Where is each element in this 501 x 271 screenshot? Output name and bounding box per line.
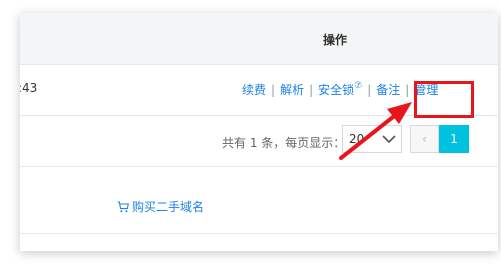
domain-list-panel: 操作 :43 续费|解析|安全锁⑦|备注|管理 共有 1 条，每页显示： 20 … bbox=[20, 13, 498, 251]
annotation-arrow-icon bbox=[339, 102, 412, 160]
